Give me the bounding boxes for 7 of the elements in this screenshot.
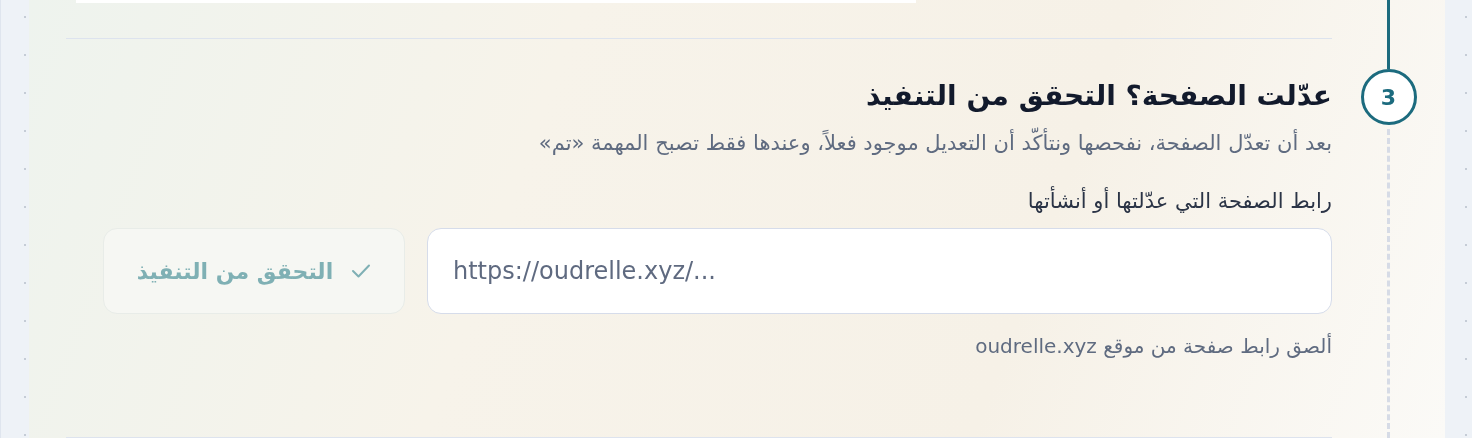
field-label: رابط الصفحة التي عدّلتها أو أنشأتها	[1027, 186, 1332, 216]
step-title: عدّلت الصفحة؟ التحقق من التنفيذ	[865, 78, 1332, 114]
check-icon	[351, 263, 372, 279]
step-description: بعد أن تعدّل الصفحة، نفحصها ونتأكّد أن التعديل موجود فعلاً، وعندها فقط تصبح المهمة «تم»	[538, 128, 1332, 158]
url-field[interactable]: https://oudrelle.xyz/...	[427, 228, 1332, 314]
step-number: 3	[1360, 69, 1417, 125]
field-hint: ألصق رابط صفحة من موقع oudrelle.xyz	[975, 332, 1332, 360]
